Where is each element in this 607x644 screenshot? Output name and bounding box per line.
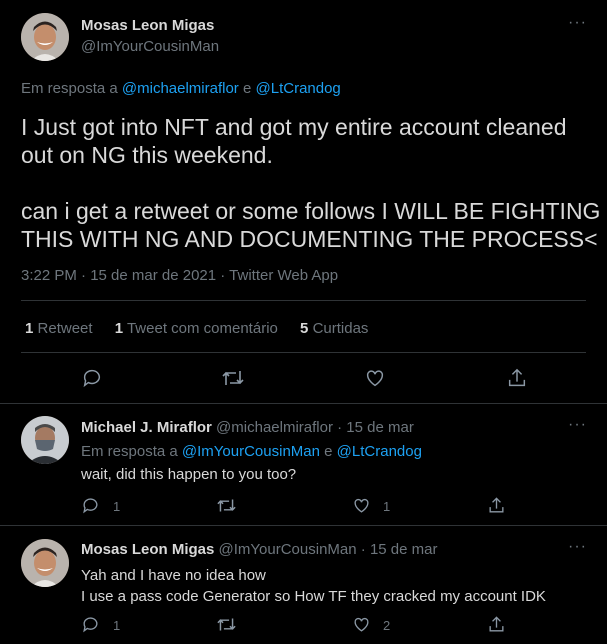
main-more-button[interactable]: ··· — [568, 14, 587, 32]
retweet-icon[interactable] — [216, 615, 237, 634]
share-icon[interactable] — [487, 615, 506, 634]
reply-more-button[interactable]: ··· — [568, 416, 587, 434]
reply-mention-1[interactable]: @ImYourCousinMan — [182, 443, 320, 460]
share-icon[interactable] — [487, 496, 506, 515]
like-icon[interactable] — [352, 496, 371, 515]
reply-date[interactable]: · 15 de mar — [337, 419, 414, 436]
reply-date[interactable]: · 15 de mar — [361, 541, 438, 558]
avatar-image — [21, 539, 69, 587]
retweet-icon[interactable] — [221, 367, 245, 389]
like-icon[interactable] — [364, 367, 386, 389]
reply-count: 1 — [113, 499, 121, 514]
tweet-text-line: out on NG this weekend. — [21, 142, 273, 168]
reply-text-line: I use a pass code Generator so How TF th… — [81, 588, 546, 605]
share-icon[interactable] — [506, 367, 528, 389]
main-author-handle[interactable]: @ImYourCousinMan — [81, 38, 219, 55]
reply-and: e — [242, 80, 252, 97]
avatar-image — [21, 416, 69, 464]
divider — [21, 352, 586, 353]
reply-mention-2[interactable]: @LtCrandog — [337, 443, 422, 460]
reply-author-name[interactable]: Michael J. Miraflor — [81, 419, 212, 436]
main-author-name[interactable]: Mosas Leon Migas — [81, 17, 214, 34]
reply-icon[interactable] — [81, 496, 100, 515]
reply-mention-1[interactable]: @michaelmiraflor — [122, 80, 239, 97]
reply-text-line: Yah and I have no idea how — [81, 567, 266, 584]
reply-mention-2[interactable]: @LtCrandog — [256, 80, 341, 97]
like-count: 2 — [383, 618, 391, 633]
reply-icon[interactable] — [81, 367, 103, 389]
reply-text: Yah and I have no idea how I use a pass … — [81, 565, 546, 607]
reply-more-button[interactable]: ··· — [568, 538, 587, 556]
reply-avatar[interactable] — [21, 539, 69, 587]
tweet-text-line: THIS WITH NG AND DOCUMENTING THE PROCESS… — [21, 226, 598, 252]
reply-header: Mosas Leon Migas @ImYourCousinMan · 15 d… — [81, 541, 437, 558]
like-icon[interactable] — [352, 615, 371, 634]
tweet-stats: 1 Retweet 1 Tweet com comentário 5 Curti… — [25, 320, 368, 337]
reply-prefix: Em resposta a — [21, 80, 118, 97]
reply-author-handle[interactable]: @ImYourCousinMan — [219, 541, 357, 558]
main-reply-context: Em resposta a @michaelmiraflor e @LtCran… — [21, 80, 341, 97]
reply-header: Michael J. Miraflor @michaelmiraflor · 1… — [81, 419, 414, 436]
divider — [0, 525, 607, 526]
reply-count: 1 — [113, 618, 121, 633]
like-count: 1 — [383, 499, 391, 514]
main-tweet-text: I Just got into NFT and got my entire ac… — [21, 113, 600, 253]
reply-avatar[interactable] — [21, 416, 69, 464]
reply-context: Em resposta a @ImYourCousinMan e @LtCran… — [81, 443, 422, 460]
reply-author-handle[interactable]: @michaelmiraflor — [216, 419, 333, 436]
tweet-text-line: I Just got into NFT and got my entire ac… — [21, 114, 567, 140]
tweet-text-line: can i get a retweet or some follows I WI… — [21, 198, 601, 224]
tweet-meta[interactable]: 3:22 PM · 15 de mar de 2021 · Twitter We… — [21, 267, 338, 284]
reply-author-name[interactable]: Mosas Leon Migas — [81, 541, 214, 558]
likes-stat[interactable]: 5 Curtidas — [300, 320, 368, 337]
author-avatar[interactable] — [21, 13, 69, 61]
reply-text: wait, did this happen to you too? — [81, 466, 297, 483]
divider — [21, 300, 586, 301]
retweet-icon[interactable] — [216, 496, 237, 515]
quotes-stat[interactable]: 1 Tweet com comentário — [115, 320, 278, 337]
avatar-image — [21, 13, 69, 61]
divider — [0, 403, 607, 404]
retweets-stat[interactable]: 1 Retweet — [25, 320, 93, 337]
reply-icon[interactable] — [81, 615, 100, 634]
